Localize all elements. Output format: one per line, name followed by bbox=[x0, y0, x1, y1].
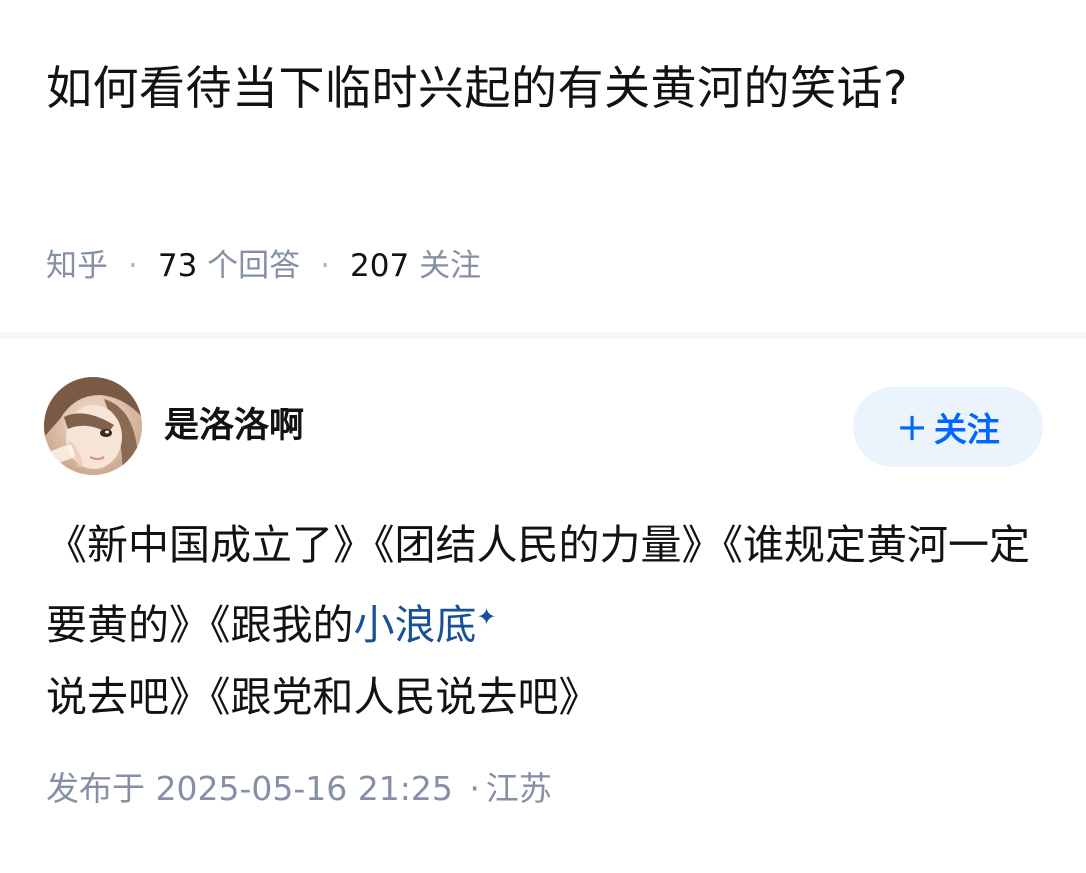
plus-icon: + bbox=[896, 405, 928, 449]
anime-girl-avatar-icon bbox=[44, 377, 142, 475]
follow-button-label: 关注 bbox=[933, 410, 1000, 449]
follower-count-label: 关注 bbox=[419, 248, 482, 284]
source-label: 知乎 bbox=[46, 248, 108, 284]
publish-info: 发布于 2025-05-16 21:25 · 江苏 bbox=[46, 767, 552, 811]
question-card: 如何看待当下临时兴起的有关黄河的笑话? 知乎 · 73 个回答 · 207 关注 bbox=[0, 0, 1086, 332]
answer-text-part: 说去吧》《跟党和人民说去吧》 bbox=[46, 673, 600, 721]
author-avatar[interactable] bbox=[44, 377, 142, 475]
follow-button[interactable]: + 关注 bbox=[853, 387, 1043, 467]
answer-card: 是洛洛啊 + 关注 《新中国成立了》《团结人民的力量》《谁规定黄河一定要黄的》《跟… bbox=[0, 339, 1086, 873]
publish-location: 江苏 bbox=[485, 769, 552, 808]
publish-separator: · bbox=[469, 769, 480, 808]
keyword-link[interactable]: 小浪底 bbox=[354, 601, 477, 649]
answer-count-label: 个回答 bbox=[207, 248, 301, 284]
author-name[interactable]: 是洛洛啊 bbox=[164, 403, 304, 449]
publish-prefix: 发布于 bbox=[46, 769, 145, 808]
question-title[interactable]: 如何看待当下临时兴起的有关黄河的笑话? bbox=[46, 50, 1006, 126]
publish-datetime: 2025-05-16 21:25 bbox=[155, 769, 453, 808]
question-meta: 知乎 · 73 个回答 · 207 关注 bbox=[46, 244, 481, 288]
answer-content[interactable]: 《新中国成立了》《团结人民的力量》《谁规定黄河一定要黄的》《跟我的小浪底✦ 说去吧… bbox=[46, 509, 1046, 733]
answer-text-part: 《新中国成立了》《团结人民的力量》《谁规定黄河一定要黄的》《跟我的 bbox=[46, 521, 1030, 649]
sparkle-icon: ✦ bbox=[476, 603, 497, 631]
follower-count: 207 bbox=[350, 248, 410, 284]
meta-separator: · bbox=[128, 248, 138, 284]
meta-separator: · bbox=[320, 248, 331, 284]
answer-count: 73 bbox=[157, 248, 198, 284]
